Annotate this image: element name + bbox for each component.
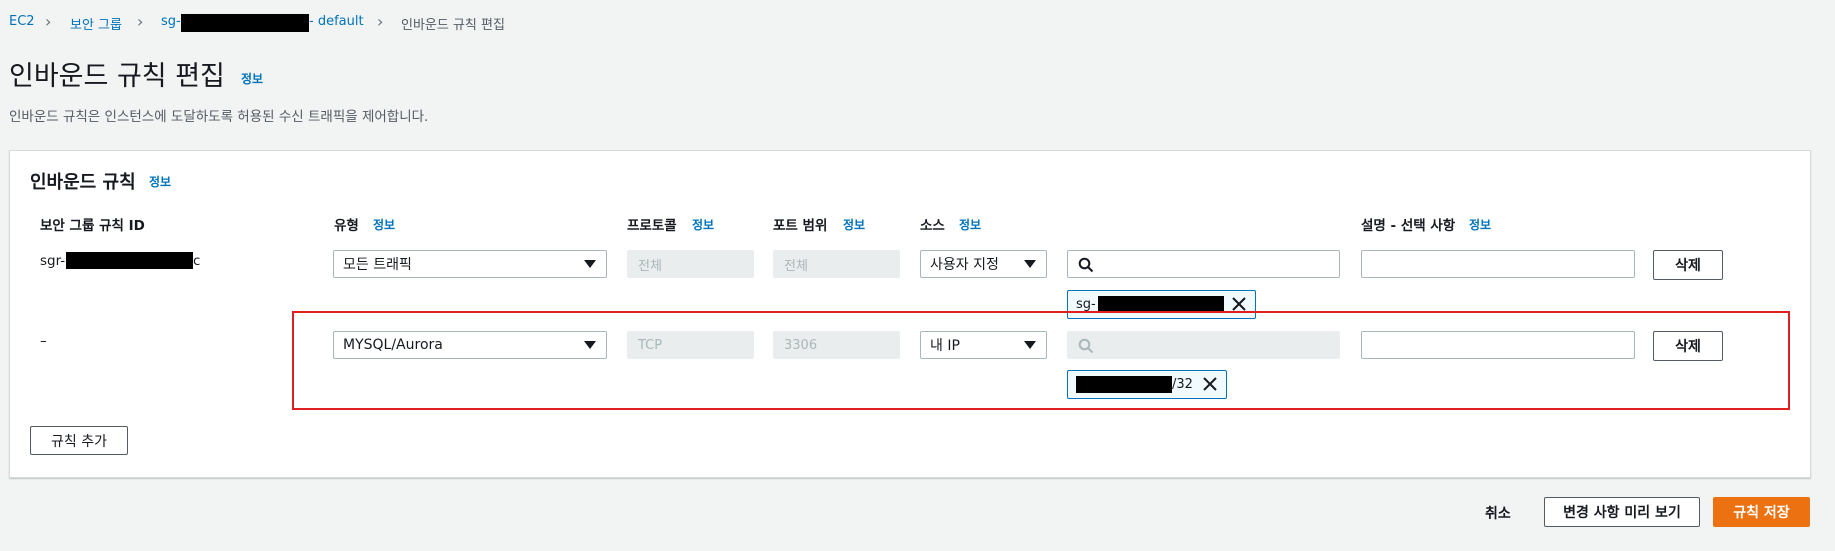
col-header-type: 유형	[334, 218, 359, 234]
inbound-rules-panel: 인바운드 규칙 정보 보안 그룹 규칙 ID 유형 정보 프로토콜 정보 포트 …	[9, 150, 1811, 478]
cancel-button[interactable]: 취소	[1485, 503, 1511, 523]
redacted-sg-id	[181, 14, 309, 32]
source-search-input[interactable]	[1067, 250, 1340, 278]
breadcrumb-chevron-icon: ›	[45, 12, 52, 31]
panel-info-link[interactable]: 정보	[149, 173, 171, 190]
page-title: 인바운드 규칙 편집	[9, 61, 225, 92]
breadcrumb-ec2[interactable]: EC2	[9, 14, 35, 29]
col-header-rule-id: 보안 그룹 규칙 ID	[40, 218, 145, 234]
search-icon	[1078, 257, 1094, 273]
port-range-info-link[interactable]: 정보	[843, 216, 865, 233]
token-label: sg-	[1076, 297, 1096, 312]
description-info-link[interactable]: 정보	[1469, 216, 1491, 233]
preview-changes-button[interactable]: 변경 사항 미리 보기	[1544, 497, 1700, 527]
type-select[interactable]: 모든 트래픽	[333, 250, 607, 278]
breadcrumb-sg-prefix[interactable]: sg-	[161, 14, 181, 29]
breadcrumb-chevron-icon: ›	[377, 12, 384, 31]
breadcrumb-chevron-icon: ›	[137, 12, 144, 31]
col-header-source: 소스	[920, 218, 945, 234]
save-rules-button[interactable]: 규칙 저장	[1713, 497, 1810, 527]
type-select-value: 모든 트래픽	[343, 257, 412, 273]
panel-title: 인바운드 규칙	[30, 172, 136, 193]
col-header-port-range: 포트 범위	[773, 218, 828, 234]
redacted-rule-id	[66, 252, 193, 269]
protocol-field: 전체	[627, 250, 754, 278]
source-info-link[interactable]: 정보	[959, 216, 981, 233]
rule-id: –	[40, 333, 47, 349]
rule-id-suffix: c	[193, 253, 201, 269]
add-rule-button[interactable]: 규칙 추가	[30, 426, 128, 455]
type-info-link[interactable]: 정보	[373, 216, 395, 233]
protocol-info-link[interactable]: 정보	[692, 216, 714, 233]
description-input[interactable]	[1361, 250, 1635, 278]
col-header-description: 설명 - 선택 사항	[1361, 218, 1456, 234]
source-select-value: 사용자 지정	[930, 257, 999, 273]
delete-rule-button[interactable]: 삭제	[1653, 250, 1723, 280]
rule-id-prefix: sgr-	[40, 253, 66, 269]
close-icon[interactable]	[1231, 296, 1247, 312]
caret-down-icon	[584, 260, 596, 268]
caret-down-icon	[1024, 260, 1036, 268]
port-range-field: 전체	[773, 250, 900, 278]
breadcrumb-current: 인바운드 규칙 편집	[401, 18, 505, 33]
breadcrumb-sg-suffix[interactable]: - default	[309, 14, 364, 29]
highlight-box	[292, 311, 1790, 410]
page-info-link[interactable]: 정보	[241, 70, 263, 87]
source-select[interactable]: 사용자 지정	[920, 250, 1047, 278]
page-description: 인바운드 규칙은 인스턴스에 도달하도록 허용된 수신 트래픽을 제어합니다.	[9, 109, 429, 125]
col-header-protocol: 프로토콜	[627, 218, 677, 234]
breadcrumb-security-groups[interactable]: 보안 그룹	[70, 14, 122, 33]
